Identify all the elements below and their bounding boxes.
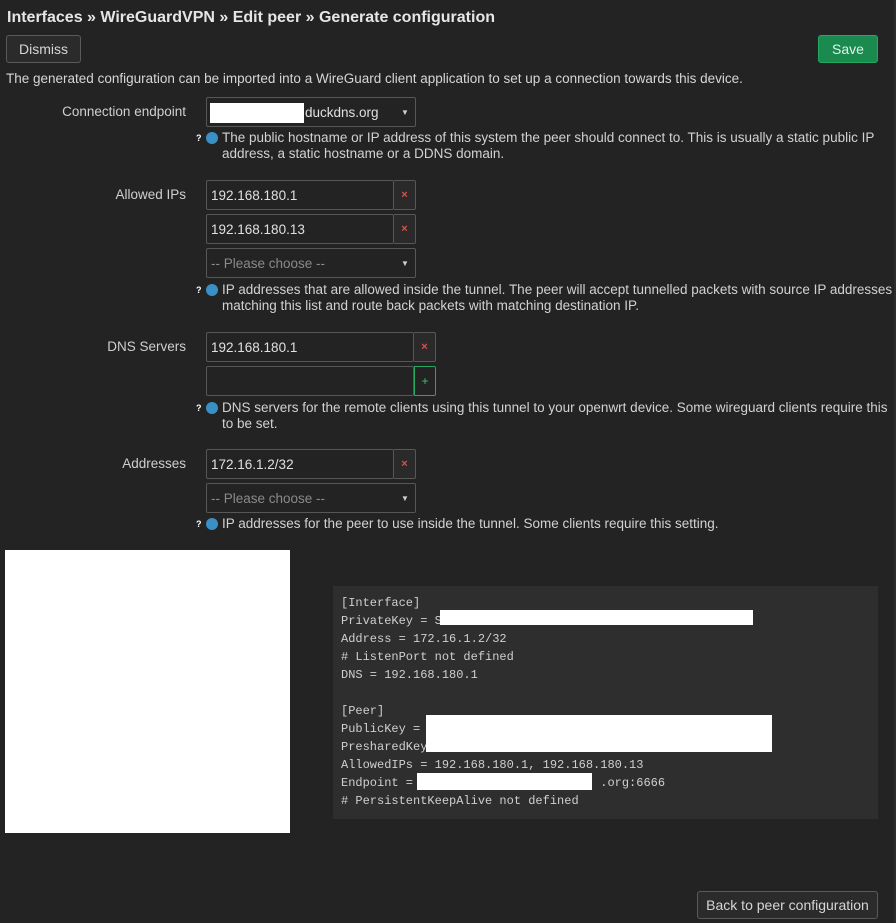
breadcrumb: Interfaces » WireGuardVPN » Edit peer » … — [7, 9, 495, 26]
addresses-help: ? IP addresses for the peer to use inside… — [196, 516, 719, 531]
remove-address-1-button[interactable]: × — [394, 449, 416, 479]
remove-allowed-ip-2-button[interactable]: × — [394, 214, 416, 244]
remove-dns-1-button[interactable]: × — [414, 332, 436, 362]
redacted-private-key — [440, 610, 753, 625]
endpoint-help: ? The public hostname or IP address of th… — [196, 130, 875, 161]
remove-allowed-ip-1-button[interactable]: × — [394, 180, 416, 210]
dns-help: ? DNS servers for the remote clients usin… — [196, 400, 888, 431]
allowed-ips-help: ? IP addresses that are allowed inside th… — [196, 282, 893, 313]
allowed-ip-input-2[interactable]: 192.168.180.13 — [206, 214, 394, 244]
help-icon: ? — [196, 518, 218, 530]
redacted-public-preshared-keys — [426, 715, 772, 752]
dismiss-button[interactable]: Dismiss — [6, 35, 81, 63]
intro-text: The generated configuration can be impor… — [6, 71, 743, 86]
save-button[interactable]: Save — [818, 35, 878, 63]
dns-label: DNS Servers — [107, 339, 186, 354]
dns-new-input[interactable] — [206, 366, 414, 396]
help-icon: ? — [196, 402, 218, 414]
config-line: # ListenPort not defined — [341, 650, 514, 664]
chevron-down-icon: ▼ — [401, 258, 409, 268]
qr-code-redacted — [5, 550, 290, 833]
endpoint-label: Connection endpoint — [62, 104, 186, 119]
dns-input-1[interactable]: 192.168.180.1 — [206, 332, 414, 362]
redacted-endpoint-host — [417, 773, 592, 790]
allowed-ip-input-1[interactable]: 192.168.180.1 — [206, 180, 394, 210]
addresses-label: Addresses — [122, 456, 186, 471]
config-line: AllowedIPs = 192.168.180.1, 192.168.180.… — [341, 758, 644, 772]
help-icon: ? — [196, 284, 218, 296]
allowed-ips-label: Allowed IPs — [115, 187, 186, 202]
config-line: Address = 172.16.1.2/32 — [341, 632, 507, 646]
config-line — [341, 684, 870, 702]
config-line: # PersistentKeepAlive not defined — [341, 794, 579, 808]
redacted-hostname — [210, 103, 304, 123]
add-dns-button[interactable]: + — [414, 366, 436, 396]
addresses-select[interactable]: -- Please choose -- ▼ — [206, 483, 416, 513]
allowed-ips-select[interactable]: -- Please choose -- ▼ — [206, 248, 416, 278]
help-icon: ? — [196, 132, 218, 144]
chevron-down-icon: ▼ — [401, 107, 409, 117]
config-line: DNS = 192.168.180.1 — [341, 668, 478, 682]
back-to-peer-configuration-button[interactable]: Back to peer configuration — [697, 891, 878, 919]
address-input-1[interactable]: 172.16.1.2/32 — [206, 449, 394, 479]
chevron-down-icon: ▼ — [401, 493, 409, 503]
